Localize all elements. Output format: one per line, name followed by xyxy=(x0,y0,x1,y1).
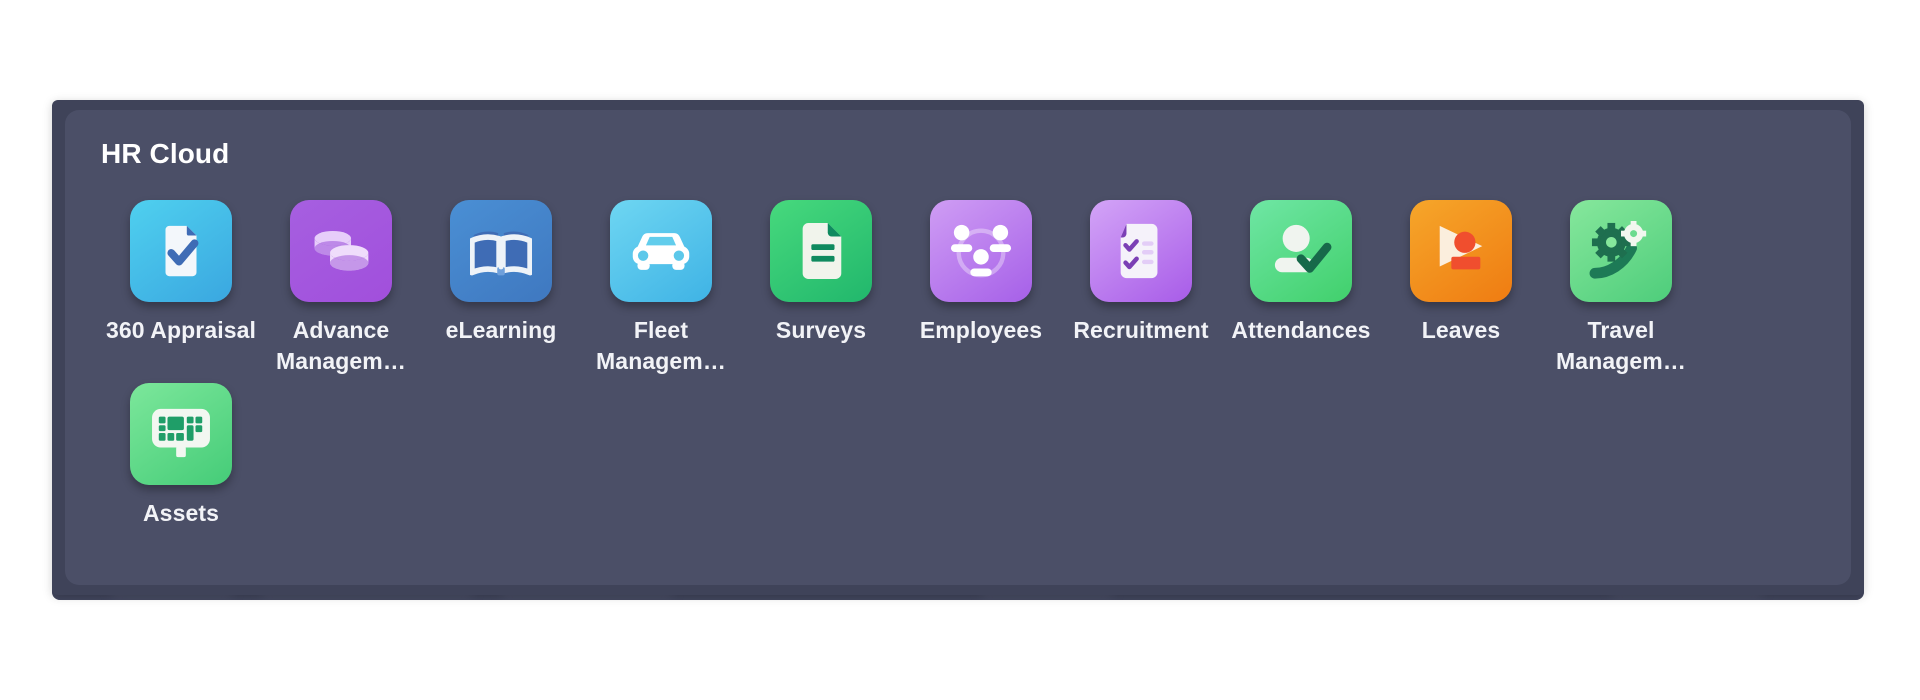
app-label: Assets xyxy=(142,500,220,527)
app-label: Recruitment xyxy=(1073,317,1209,343)
coins-stack-icon[interactable] xyxy=(290,200,392,302)
survey-document-icon[interactable] xyxy=(770,200,872,302)
app-item-surveys[interactable]: Surveys xyxy=(741,194,901,377)
app-label: eLearning xyxy=(445,317,557,343)
car-icon[interactable] xyxy=(610,200,712,302)
document-check-icon[interactable] xyxy=(130,200,232,302)
apps-card: HR Cloud 360 Appraisal Advance Managem… … xyxy=(65,110,1851,585)
people-group-icon[interactable] xyxy=(930,200,1032,302)
app-item-advance-management[interactable]: Advance Managem… xyxy=(261,194,421,377)
app-item-recruitment[interactable]: Recruitment xyxy=(1061,194,1221,377)
app-label: Fleet Managem… xyxy=(596,317,726,375)
app-label: Travel Managem… xyxy=(1556,317,1686,375)
gears-growth-icon[interactable] xyxy=(1570,200,1672,302)
app-item-elearning[interactable]: eLearning xyxy=(421,194,581,377)
flag-person-icon[interactable] xyxy=(1410,200,1512,302)
page-title: HR Cloud xyxy=(101,138,230,169)
hr-cloud-panel: HR Cloud 360 Appraisal Advance Managem… … xyxy=(52,100,1864,595)
app-item-assets[interactable]: Assets xyxy=(101,377,261,529)
app-label: Advance Managem… xyxy=(276,317,406,375)
app-item-employees[interactable]: Employees xyxy=(901,194,1061,377)
app-label: 360 Appraisal xyxy=(105,317,257,343)
monitor-blocks-icon[interactable] xyxy=(130,383,232,486)
checklist-document-icon[interactable] xyxy=(1090,200,1192,302)
app-item-360-appraisal[interactable]: 360 Appraisal xyxy=(101,194,261,377)
app-item-attendances[interactable]: Attendances xyxy=(1221,194,1381,377)
user-check-icon[interactable] xyxy=(1250,200,1352,302)
app-item-leaves[interactable]: Leaves xyxy=(1381,194,1541,377)
app-label: Surveys xyxy=(775,317,867,343)
open-book-icon[interactable] xyxy=(450,200,552,302)
app-label: Leaves xyxy=(1421,317,1501,343)
app-label: Employees xyxy=(919,317,1043,343)
app-grid: 360 Appraisal Advance Managem… eLearning xyxy=(101,194,1817,529)
app-item-fleet-management[interactable]: Fleet Managem… xyxy=(581,194,741,377)
app-label: Attendances xyxy=(1231,317,1371,343)
app-item-travel-management[interactable]: Travel Managem… xyxy=(1541,194,1701,377)
